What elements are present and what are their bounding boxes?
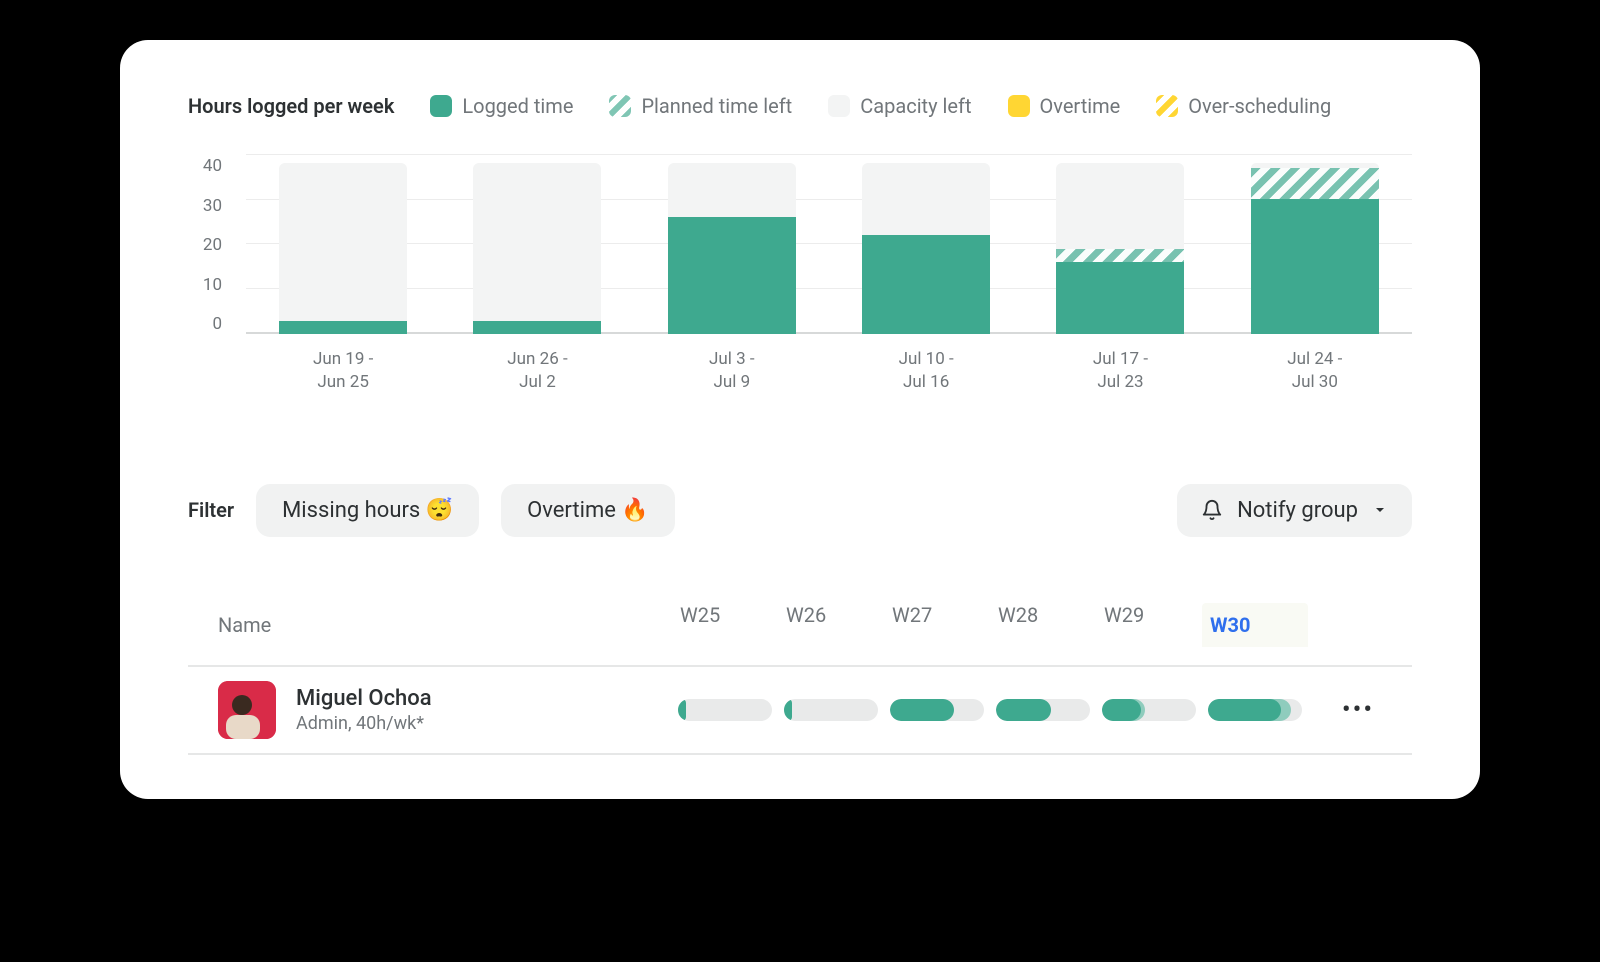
xtick: Jun 26 -Jul 2	[473, 348, 601, 394]
filter-row: Filter Missing hours 😴 Overtime 🔥 Notify…	[188, 484, 1412, 537]
legend-capacity: Capacity left	[828, 94, 971, 118]
legend-planned-label: Planned time left	[641, 94, 792, 118]
td-name: Miguel Ochoa Admin, 40h/wk*	[192, 681, 672, 739]
td-week	[1096, 699, 1202, 721]
ytick: 40	[188, 156, 222, 176]
bar-column[interactable]	[279, 154, 407, 334]
swatch-planned-icon	[609, 95, 631, 117]
th-week[interactable]: W29	[1096, 603, 1202, 647]
legend-planned: Planned time left	[609, 94, 792, 118]
th-name: Name	[192, 613, 672, 637]
ytick: 20	[188, 235, 222, 255]
legend-oversched-label: Over-scheduling	[1188, 94, 1331, 118]
swatch-overtime-icon	[1008, 95, 1030, 117]
user-name: Miguel Ochoa	[296, 686, 432, 711]
th-weeks: W25W26W27W28W29W30	[672, 603, 1308, 647]
progress-pill[interactable]	[784, 699, 878, 721]
progress-pill[interactable]	[1102, 699, 1196, 721]
th-week[interactable]: W26	[778, 603, 884, 647]
swatch-oversched-icon	[1156, 95, 1178, 117]
filter-chip-overtime-label: Overtime 🔥	[527, 498, 649, 523]
notify-group-button[interactable]: Notify group	[1177, 484, 1412, 537]
notify-group-label: Notify group	[1237, 498, 1358, 523]
legend-logged: Logged time	[430, 94, 573, 118]
legend-overtime-label: Overtime	[1040, 94, 1121, 118]
xtick: Jul 17 -Jul 23	[1056, 348, 1184, 394]
chart-plot	[246, 154, 1412, 334]
progress-pill[interactable]	[678, 699, 772, 721]
chart-xaxis: Jun 19 -Jun 25 Jun 26 -Jul 2 Jul 3 -Jul 9 J…	[246, 348, 1412, 394]
chart-bars	[246, 154, 1412, 334]
swatch-logged-icon	[430, 95, 452, 117]
bell-icon	[1201, 499, 1223, 521]
td-week	[778, 699, 884, 721]
td-week	[672, 699, 778, 721]
team-table: Name W25W26W27W28W29W30 Miguel Ochoa Adm…	[188, 603, 1412, 755]
dashboard-card: Hours logged per week Logged time Planne…	[120, 40, 1480, 799]
filter-label: Filter	[188, 498, 234, 522]
xtick: Jun 19 -Jun 25	[279, 348, 407, 394]
legend-overtime: Overtime	[1008, 94, 1121, 118]
user-role: Admin, 40h/wk*	[296, 713, 432, 734]
td-week	[990, 699, 1096, 721]
filter-chip-missing-hours[interactable]: Missing hours 😴	[256, 484, 479, 537]
legend-capacity-label: Capacity left	[860, 94, 971, 118]
th-week[interactable]: W28	[990, 603, 1096, 647]
bar-column[interactable]	[1251, 154, 1379, 334]
chart-title: Hours logged per week	[188, 94, 394, 118]
legend-oversched: Over-scheduling	[1156, 94, 1331, 118]
filter-chip-missing-label: Missing hours 😴	[282, 498, 453, 523]
chart-yaxis: 40 30 20 10 0	[188, 154, 222, 334]
chart-header: Hours logged per week Logged time Planne…	[188, 94, 1412, 118]
table-row: Miguel Ochoa Admin, 40h/wk* •••	[188, 667, 1412, 755]
bar-column[interactable]	[1056, 154, 1184, 334]
th-week[interactable]: W25	[672, 603, 778, 647]
swatch-capacity-icon	[828, 95, 850, 117]
bar-column[interactable]	[862, 154, 990, 334]
table-header: Name W25W26W27W28W29W30	[188, 603, 1412, 667]
bar-column[interactable]	[668, 154, 796, 334]
ytick: 0	[188, 314, 222, 334]
xtick: Jul 24 -Jul 30	[1251, 348, 1379, 394]
filter-chip-overtime[interactable]: Overtime 🔥	[501, 484, 675, 537]
ytick: 30	[188, 196, 222, 216]
chart: 40 30 20 10 0	[188, 154, 1412, 334]
table-body: Miguel Ochoa Admin, 40h/wk* •••	[188, 667, 1412, 755]
xtick: Jul 3 -Jul 9	[668, 348, 796, 394]
progress-pill[interactable]	[890, 699, 984, 721]
chevron-down-icon	[1372, 502, 1388, 518]
td-week	[1202, 699, 1308, 721]
avatar[interactable]	[218, 681, 276, 739]
progress-pill[interactable]	[1208, 699, 1302, 721]
legend-logged-label: Logged time	[462, 94, 573, 118]
bar-column[interactable]	[473, 154, 601, 334]
xtick: Jul 10 -Jul 16	[862, 348, 990, 394]
th-week[interactable]: W27	[884, 603, 990, 647]
th-week[interactable]: W30	[1202, 603, 1308, 647]
ytick: 10	[188, 275, 222, 295]
row-actions-button[interactable]: •••	[1342, 695, 1374, 725]
td-week	[884, 699, 990, 721]
progress-pill[interactable]	[996, 699, 1090, 721]
